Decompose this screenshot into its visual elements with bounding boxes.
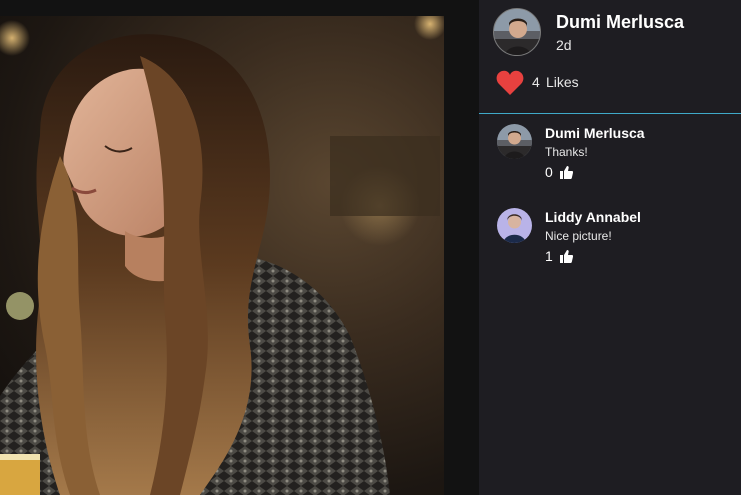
- heart-icon[interactable]: [496, 70, 524, 96]
- photo-illustration: [0, 16, 444, 495]
- commenter-avatar[interactable]: [497, 208, 532, 243]
- avatar-image: [494, 9, 540, 55]
- thumbs-up-icon[interactable]: [560, 250, 573, 263]
- comment-item: Dumi Merlusca Thanks! 0: [497, 124, 737, 194]
- post-details-panel: Dumi Merlusca 2d 4 Likes Dumi Merlusca T…: [479, 0, 741, 495]
- thumbs-up-icon[interactable]: [560, 166, 573, 179]
- avatar-image: [497, 208, 532, 243]
- likes-label: Likes: [546, 74, 579, 90]
- comment-item: Liddy Annabel Nice picture! 1: [497, 208, 737, 278]
- post-photo[interactable]: [0, 16, 444, 495]
- comment-author[interactable]: Liddy Annabel: [545, 209, 641, 225]
- photo-area: [0, 0, 479, 495]
- commenter-avatar[interactable]: [497, 124, 532, 159]
- post-time: 2d: [556, 37, 572, 53]
- comment-likes-count: 1: [545, 248, 553, 264]
- comment-text: Thanks!: [545, 145, 588, 159]
- comment-likes-count: 0: [545, 164, 553, 180]
- avatar-image: [497, 124, 532, 159]
- comment-author[interactable]: Dumi Merlusca: [545, 125, 645, 141]
- comment-text: Nice picture!: [545, 229, 612, 243]
- post-author-name[interactable]: Dumi Merlusca: [556, 12, 684, 33]
- author-avatar[interactable]: [493, 8, 541, 56]
- likes-count: 4: [532, 74, 540, 90]
- section-divider: [479, 113, 741, 114]
